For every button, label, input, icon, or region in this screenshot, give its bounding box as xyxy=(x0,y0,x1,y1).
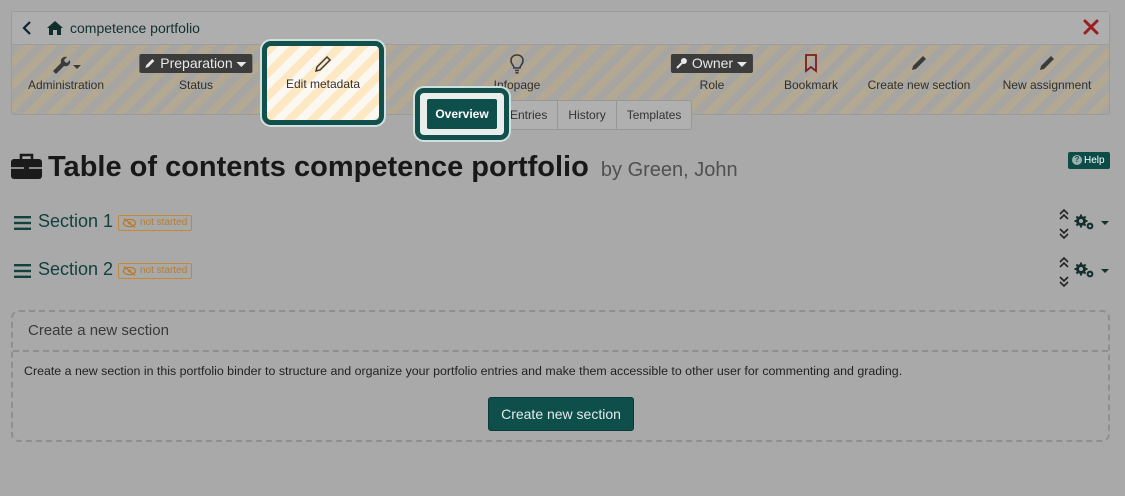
section-title[interactable]: Section 1 xyxy=(38,211,113,232)
pencil-icon xyxy=(145,59,155,68)
role-label: Role xyxy=(699,78,725,92)
breadcrumb-title[interactable]: competence portfolio xyxy=(70,20,200,36)
section-title[interactable]: Section 2 xyxy=(38,259,113,280)
status-badge-label: not started xyxy=(140,265,188,276)
move-up-icon[interactable] xyxy=(1058,256,1070,270)
briefcase-icon xyxy=(11,153,42,179)
tab-templates[interactable]: Templates xyxy=(616,100,693,130)
bookmark-button[interactable]: Bookmark xyxy=(780,52,842,96)
page-title-text: Table of contents competence portfolio xyxy=(48,151,589,183)
tab-overview-highlight: Overview xyxy=(415,88,509,140)
new-assignment-label: New assignment xyxy=(1002,78,1092,92)
administration-menu[interactable]: Administration xyxy=(20,52,112,96)
page-title: Table of contents competence portfolio b… xyxy=(48,151,738,184)
page-author: by Green, John xyxy=(600,159,738,181)
hamburger-icon[interactable] xyxy=(14,264,31,278)
close-icon[interactable] xyxy=(1081,17,1101,37)
move-down-icon[interactable] xyxy=(1058,226,1070,240)
administration-label: Administration xyxy=(27,78,105,92)
chevron-left-icon[interactable] xyxy=(20,19,34,37)
new-assignment-button[interactable]: New assignment xyxy=(997,52,1097,96)
home-icon[interactable] xyxy=(46,20,64,36)
create-section-button[interactable]: Create new section xyxy=(864,52,974,96)
status-badge: not started xyxy=(118,263,193,279)
chevron-down-icon xyxy=(236,61,247,67)
section-controls xyxy=(1056,256,1112,290)
status-label: Status xyxy=(178,78,214,92)
help-label: Help xyxy=(1084,155,1105,166)
key-icon xyxy=(676,58,687,69)
gear-menu-icon[interactable] xyxy=(1074,214,1110,232)
lightbulb-icon xyxy=(510,54,524,74)
status-badge-label: not started xyxy=(140,217,188,228)
bookmark-label: Bookmark xyxy=(783,78,839,92)
wrench-icon xyxy=(53,56,81,74)
status-value: Preparation xyxy=(160,55,233,71)
hamburger-icon[interactable] xyxy=(14,216,31,230)
section-controls xyxy=(1056,208,1112,242)
section-row: Section 2 not started xyxy=(14,259,314,285)
breadcrumb: competence portfolio xyxy=(12,12,1109,45)
role-value: Owner xyxy=(691,55,734,71)
edit-metadata-label: Edit metadata xyxy=(285,77,361,91)
eye-slash-icon xyxy=(122,218,137,228)
create-section-description: Create a new section in this portfolio b… xyxy=(24,364,903,378)
status-badge: not started xyxy=(118,215,193,231)
role-menu[interactable]: Owner Role xyxy=(662,52,762,96)
tab-history[interactable]: History xyxy=(558,100,617,130)
bookmark-icon xyxy=(805,54,817,73)
status-dropdown[interactable]: Preparation xyxy=(139,54,253,73)
help-icon: ? xyxy=(1072,155,1082,166)
create-section-label: Create new section xyxy=(867,78,971,92)
role-dropdown[interactable]: Owner xyxy=(670,54,754,73)
chevron-down-icon xyxy=(737,61,748,67)
eye-slash-icon xyxy=(122,266,137,276)
section-row: Section 1 not started xyxy=(14,211,314,237)
status-menu[interactable]: Preparation Status xyxy=(132,52,260,96)
pencil-icon xyxy=(912,56,926,70)
create-new-section-button[interactable]: Create new section xyxy=(488,397,634,431)
create-section-heading: Create a new section xyxy=(13,312,1108,352)
gear-menu-icon[interactable] xyxy=(1074,262,1110,280)
tab-overview[interactable]: Overview xyxy=(427,99,497,129)
help-button[interactable]: ? Help xyxy=(1068,152,1110,169)
pencil-icon xyxy=(314,55,332,73)
tab-bar: Entries History Templates xyxy=(499,100,693,130)
move-down-icon[interactable] xyxy=(1058,274,1070,288)
create-section-panel: Create a new section Create a new sectio… xyxy=(11,310,1110,442)
pencil-icon xyxy=(1040,56,1054,70)
edit-metadata-button[interactable]: Edit metadata xyxy=(262,41,384,125)
move-up-icon[interactable] xyxy=(1058,208,1070,222)
